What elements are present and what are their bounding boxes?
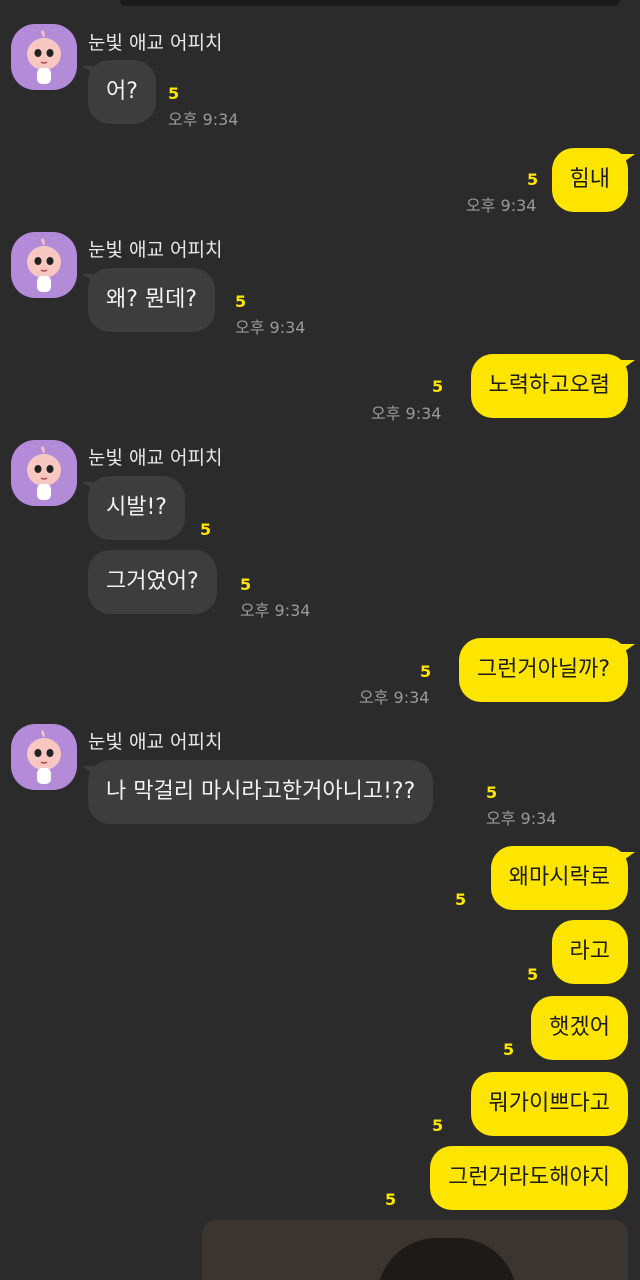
message-bubble-outgoing[interactable]: 라고 <box>551 920 628 984</box>
unread-count: 5 <box>168 84 180 103</box>
message-time: 오후 9:34 <box>168 110 239 129</box>
unread-count: 5 <box>503 1040 515 1059</box>
unread-count: 5 <box>420 662 432 681</box>
apeach-avatar-icon <box>27 238 61 292</box>
message-bubble-incoming[interactable]: 왜? 뭔데? <box>81 268 216 332</box>
unread-count: 5 <box>432 377 444 396</box>
message-bubble-incoming[interactable]: 나 막걸리 마시라고한거아니고!?? <box>81 760 434 824</box>
message-bubble-outgoing[interactable]: 뭐가이쁘다고 <box>470 1072 628 1136</box>
unread-count: 5 <box>432 1116 444 1135</box>
message-time: 오후 9:34 <box>240 601 311 620</box>
message-bubble-outgoing[interactable]: 왜마시락로 <box>490 846 636 910</box>
photo-message[interactable] <box>202 1220 628 1280</box>
apeach-avatar-icon <box>27 30 61 84</box>
unread-count: 5 <box>200 520 212 539</box>
unread-count: 5 <box>235 292 247 311</box>
unread-count: 5 <box>240 575 252 594</box>
message-time: 오후 9:34 <box>235 318 306 337</box>
contact-avatar[interactable] <box>11 24 77 90</box>
contact-avatar[interactable] <box>11 440 77 506</box>
unread-count: 5 <box>486 783 498 802</box>
unread-count: 5 <box>527 170 539 189</box>
previous-photo-edge <box>120 0 620 6</box>
message-bubble-incoming[interactable]: 어? <box>82 60 156 124</box>
contact-name: 눈빛 애교 어피치 <box>88 447 223 469</box>
photo-content <box>377 1238 517 1280</box>
apeach-avatar-icon <box>27 446 61 500</box>
message-bubble-incoming[interactable]: 시발!? <box>82 476 185 540</box>
contact-name: 눈빛 애교 어피치 <box>88 32 223 54</box>
contact-avatar[interactable] <box>11 232 77 298</box>
message-bubble-outgoing[interactable]: 그런거아닐까? <box>458 638 636 702</box>
unread-count: 5 <box>527 965 539 984</box>
message-bubble-outgoing[interactable]: 노력하고오렴 <box>470 354 636 418</box>
message-bubble-incoming[interactable]: 그거였어? <box>88 550 217 614</box>
message-time: 오후 9:34 <box>359 688 430 707</box>
message-time: 오후 9:34 <box>371 404 442 423</box>
unread-count: 5 <box>385 1190 397 1209</box>
message-time: 오후 9:34 <box>466 196 537 215</box>
message-time: 오후 9:34 <box>486 809 557 828</box>
contact-avatar[interactable] <box>11 724 77 790</box>
apeach-avatar-icon <box>27 730 61 784</box>
contact-name: 눈빛 애교 어피치 <box>88 239 223 261</box>
message-bubble-outgoing[interactable]: 그런거라도해야지 <box>430 1146 628 1210</box>
message-bubble-outgoing[interactable]: 힘내 <box>551 148 636 212</box>
message-bubble-outgoing[interactable]: 햇겠어 <box>531 996 628 1060</box>
unread-count: 5 <box>455 890 467 909</box>
contact-name: 눈빛 애교 어피치 <box>88 731 223 753</box>
